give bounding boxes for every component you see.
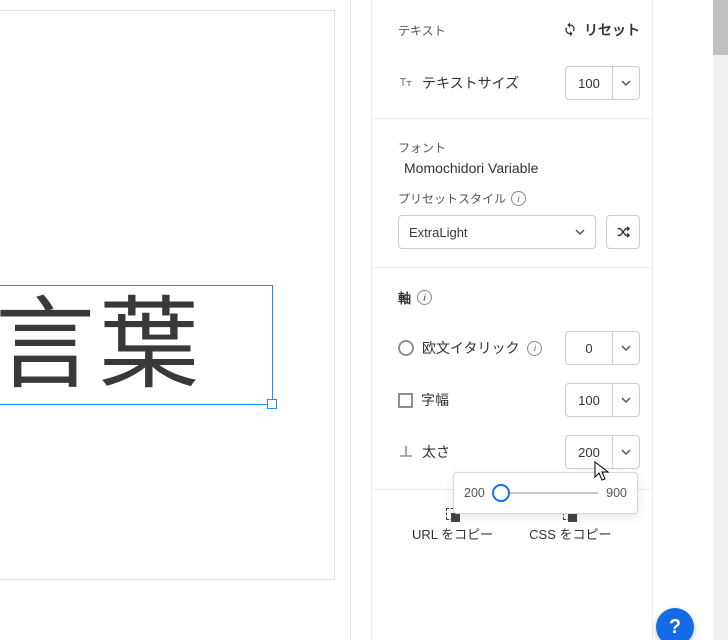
axis-row-italic: 欧文イタリック i <box>398 331 640 365</box>
shuffle-icon <box>615 224 631 240</box>
axes-title: 軸 <box>398 288 411 307</box>
width-checkbox[interactable] <box>398 393 413 408</box>
text-size-stepper[interactable] <box>565 66 640 100</box>
italic-input[interactable] <box>565 331 612 365</box>
sample-text: る言葉 <box>0 286 203 406</box>
reset-label: リセット <box>584 20 640 40</box>
weight-slider[interactable] <box>493 492 598 494</box>
copy-url-label: URL をコピー <box>412 524 493 543</box>
text-size-dropdown-button[interactable] <box>612 66 640 100</box>
axes-section: 軸 i 欧文イタリック i <box>372 268 652 490</box>
resize-handle-se[interactable] <box>267 399 277 409</box>
italic-radio[interactable] <box>398 340 414 356</box>
italic-dropdown-button[interactable] <box>612 331 640 365</box>
chevron-down-icon <box>621 78 631 88</box>
font-section: フォント Momochidori Variable プリセットスタイル i Ex… <box>372 119 652 268</box>
axis-row-width: 字幅 <box>398 383 640 417</box>
help-button[interactable]: ? <box>656 608 694 640</box>
axis-row-weight: 太さ <box>398 435 640 469</box>
scrollbar-thumb[interactable] <box>713 0 728 55</box>
text-size-label: テキストサイズ <box>422 73 519 93</box>
chevron-down-icon <box>575 227 585 237</box>
weight-icon <box>398 443 414 462</box>
info-icon[interactable]: i <box>511 191 526 206</box>
width-input[interactable] <box>565 383 612 417</box>
canvas-area: る言葉 <box>0 10 350 590</box>
italic-stepper[interactable] <box>565 331 640 365</box>
info-icon[interactable]: i <box>417 290 432 305</box>
weight-slider-popover: 200 900 <box>453 472 638 514</box>
font-section-title: フォント <box>398 141 446 155</box>
weight-input[interactable] <box>565 435 612 469</box>
copy-css-label: CSS をコピー <box>529 524 611 543</box>
axis-italic-label: 欧文イタリック <box>422 338 519 358</box>
chevron-down-icon <box>621 447 631 457</box>
settings-panel: テキスト リセット テキストサイズ <box>350 0 728 640</box>
text-selection-frame[interactable]: る言葉 <box>0 285 273 405</box>
weight-slider-min: 200 <box>464 486 485 500</box>
text-size-icon <box>398 74 414 93</box>
reset-icon <box>562 21 578 40</box>
help-icon: ? <box>669 616 681 639</box>
weight-slider-max: 900 <box>606 486 627 500</box>
axis-width-label: 字幅 <box>421 390 449 410</box>
weight-dropdown-button[interactable] <box>612 435 640 469</box>
preset-style-label: プリセットスタイル <box>398 190 506 207</box>
reset-button[interactable]: リセット <box>562 20 640 40</box>
panel-scrollbar[interactable] <box>713 0 728 640</box>
chevron-down-icon <box>621 395 631 405</box>
width-stepper[interactable] <box>565 383 640 417</box>
weight-stepper[interactable] <box>565 435 640 469</box>
chevron-down-icon <box>621 343 631 353</box>
axis-weight-label: 太さ <box>422 442 450 462</box>
shuffle-style-button[interactable] <box>606 215 640 249</box>
text-size-input[interactable] <box>565 66 612 100</box>
width-dropdown-button[interactable] <box>612 383 640 417</box>
info-icon[interactable]: i <box>527 341 542 356</box>
text-section: テキスト リセット テキストサイズ <box>372 0 652 119</box>
font-name-label: Momochidori Variable <box>404 160 640 176</box>
weight-slider-thumb[interactable] <box>492 484 510 502</box>
preset-style-value: ExtraLight <box>409 225 468 240</box>
preset-style-select[interactable]: ExtraLight <box>398 215 596 249</box>
text-section-title: テキスト <box>398 22 446 39</box>
